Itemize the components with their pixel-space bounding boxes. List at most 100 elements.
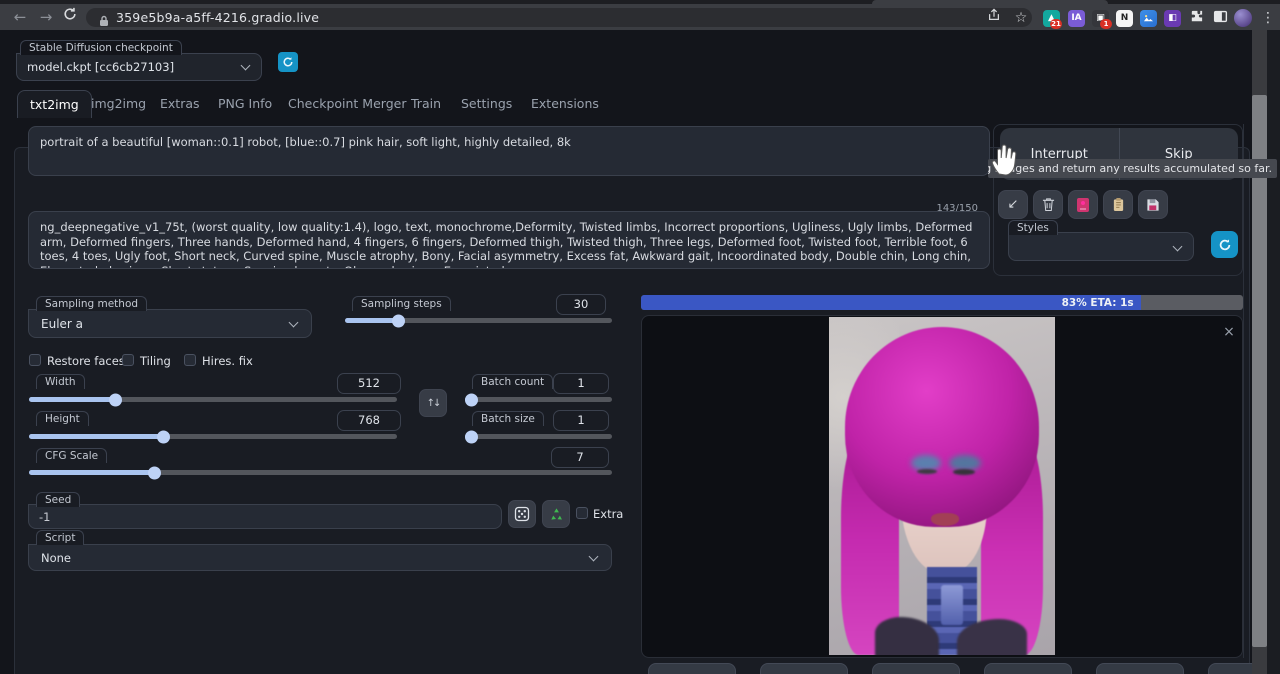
batch-size-value[interactable]: 1 bbox=[553, 410, 609, 431]
tab-checkpoint-merger[interactable]: Checkpoint Merger bbox=[288, 96, 406, 111]
card-icon bbox=[1076, 197, 1090, 213]
batch-count-slider[interactable] bbox=[465, 397, 612, 402]
clipboard-icon bbox=[1112, 197, 1125, 212]
swap-dimensions-button[interactable]: ↑↓ bbox=[419, 389, 447, 417]
sampling-steps-value[interactable]: 30 bbox=[556, 294, 606, 315]
tab-train[interactable]: Train bbox=[411, 96, 441, 111]
paste-params-button[interactable]: ↙ bbox=[998, 190, 1028, 219]
forward-button[interactable]: → bbox=[36, 7, 56, 27]
column-border bbox=[1243, 124, 1244, 658]
checkpoint-dropdown[interactable]: model.ckpt [cc6cb27103] bbox=[16, 53, 262, 81]
share-icon[interactable] bbox=[986, 8, 1002, 24]
bookmark-star-icon[interactable]: ☆ bbox=[1013, 10, 1029, 26]
image-lips bbox=[931, 513, 959, 526]
tooltip-text: Stop processing images and return any re… bbox=[988, 162, 1277, 175]
slider-thumb[interactable] bbox=[392, 314, 405, 327]
checkpoint-label: Stable Diffusion checkpoint bbox=[20, 40, 182, 55]
send-to-inpaint-button[interactable] bbox=[984, 663, 1072, 674]
close-preview-button[interactable]: × bbox=[1220, 323, 1238, 341]
reload-button[interactable] bbox=[60, 6, 80, 26]
profile-avatar[interactable] bbox=[1234, 9, 1252, 27]
slider-thumb[interactable] bbox=[465, 430, 478, 443]
batch-count-label: Batch count bbox=[472, 374, 553, 389]
width-slider[interactable] bbox=[29, 397, 397, 402]
restore-faces-checkbox[interactable] bbox=[29, 354, 41, 366]
tab-png-info[interactable]: PNG Info bbox=[218, 96, 272, 111]
sidebar-toggle-icon[interactable] bbox=[1212, 9, 1228, 25]
width-label: Width bbox=[36, 374, 85, 389]
hires-fix-checkbox[interactable] bbox=[184, 354, 196, 366]
extra-seed-checkbox[interactable] bbox=[576, 507, 588, 519]
extra-networks-button[interactable] bbox=[1068, 190, 1098, 219]
tab-extensions[interactable]: Extensions bbox=[531, 96, 599, 111]
extension-notion-icon[interactable]: N bbox=[1116, 10, 1133, 27]
styles-refresh-button[interactable] bbox=[1211, 231, 1238, 258]
prompt-input[interactable]: portrait of a beautiful [woman::0.1] rob… bbox=[28, 126, 990, 176]
cfg-scale-value[interactable]: 7 bbox=[551, 447, 609, 468]
batch-size-slider[interactable] bbox=[465, 434, 612, 439]
image-eye-left bbox=[917, 469, 937, 474]
height-slider[interactable] bbox=[29, 434, 397, 439]
apply-style-button[interactable] bbox=[1103, 190, 1133, 219]
refresh-icon bbox=[282, 56, 294, 68]
slider-thumb[interactable] bbox=[148, 466, 161, 479]
random-seed-button[interactable] bbox=[508, 500, 536, 528]
recycle-icon bbox=[549, 507, 564, 522]
browser-menu-icon[interactable]: ⋮ bbox=[1260, 10, 1276, 26]
script-label: Script bbox=[36, 530, 84, 545]
sampling-method-dropdown[interactable]: Euler a bbox=[28, 309, 312, 338]
sampling-steps-label: Sampling steps bbox=[352, 296, 451, 311]
arrow-sw-icon: ↙ bbox=[1008, 197, 1019, 212]
refresh-icon bbox=[1218, 238, 1232, 252]
tab-settings[interactable]: Settings bbox=[461, 96, 512, 111]
negative-prompt-input[interactable]: ng_deepnegative_v1_75t, (worst quality, … bbox=[28, 211, 990, 269]
back-button[interactable]: ← bbox=[10, 7, 30, 27]
slider-thumb[interactable] bbox=[465, 393, 478, 406]
swap-icon: ↑↓ bbox=[427, 398, 440, 409]
slider-thumb[interactable] bbox=[109, 393, 122, 406]
extensions-puzzle-icon[interactable] bbox=[1188, 9, 1204, 25]
tab-img2img[interactable]: img2img bbox=[91, 96, 146, 111]
extension-purple-icon[interactable]: ◧ bbox=[1164, 10, 1181, 27]
cfg-scale-slider[interactable] bbox=[29, 470, 612, 475]
tab-txt2img[interactable]: txt2img bbox=[17, 90, 92, 118]
extension-ia-icon[interactable]: IA bbox=[1068, 10, 1085, 27]
reuse-seed-button[interactable] bbox=[542, 500, 570, 528]
chevron-down-icon bbox=[241, 61, 251, 71]
cfg-scale-label: CFG Scale bbox=[36, 448, 107, 463]
tiling-checkbox[interactable] bbox=[122, 354, 134, 366]
sampling-method-label: Sampling method bbox=[36, 296, 147, 311]
chevron-down-icon bbox=[289, 318, 299, 328]
trash-icon bbox=[1042, 197, 1055, 212]
reload-icon bbox=[63, 7, 77, 21]
mouse-cursor-hand bbox=[990, 141, 1018, 181]
tab-extras[interactable]: Extras bbox=[160, 96, 200, 111]
send-to-extras-button[interactable] bbox=[1096, 663, 1184, 674]
height-value[interactable]: 768 bbox=[337, 410, 401, 431]
extension-badge: 21 bbox=[1050, 19, 1062, 29]
width-value[interactable]: 512 bbox=[337, 373, 401, 394]
generated-image[interactable] bbox=[829, 317, 1055, 655]
checkpoint-refresh-button[interactable] bbox=[278, 52, 298, 72]
height-label: Height bbox=[36, 411, 89, 426]
browser-window: ← → 359e5b9a-a5ff-4216.gradio.live ☆ ▲21… bbox=[0, 0, 1280, 674]
batch-count-value[interactable]: 1 bbox=[553, 373, 609, 394]
clear-prompt-button[interactable] bbox=[1033, 190, 1063, 219]
image-neck-highlight bbox=[941, 585, 963, 625]
lock-icon bbox=[99, 12, 109, 31]
floppy-icon bbox=[1146, 197, 1160, 212]
extension-photos-icon[interactable] bbox=[1140, 10, 1157, 27]
send-to-img2img-button[interactable] bbox=[872, 663, 960, 674]
extension-dark-icon[interactable]: ▣1 bbox=[1092, 10, 1109, 27]
sampling-steps-slider[interactable] bbox=[345, 318, 612, 323]
styles-dropdown[interactable] bbox=[1008, 232, 1194, 261]
save-style-button[interactable] bbox=[1138, 190, 1168, 219]
save-button[interactable] bbox=[648, 663, 736, 674]
slider-thumb[interactable] bbox=[157, 430, 170, 443]
zip-button[interactable] bbox=[760, 663, 848, 674]
extension-teal-icon[interactable]: ▲21 bbox=[1043, 10, 1060, 27]
checkpoint-value: model.ckpt [cc6cb27103] bbox=[27, 60, 174, 74]
url-text[interactable]: 359e5b9a-a5ff-4216.gradio.live bbox=[116, 10, 319, 25]
seed-input[interactable] bbox=[28, 504, 502, 529]
script-dropdown[interactable]: None bbox=[28, 544, 612, 571]
